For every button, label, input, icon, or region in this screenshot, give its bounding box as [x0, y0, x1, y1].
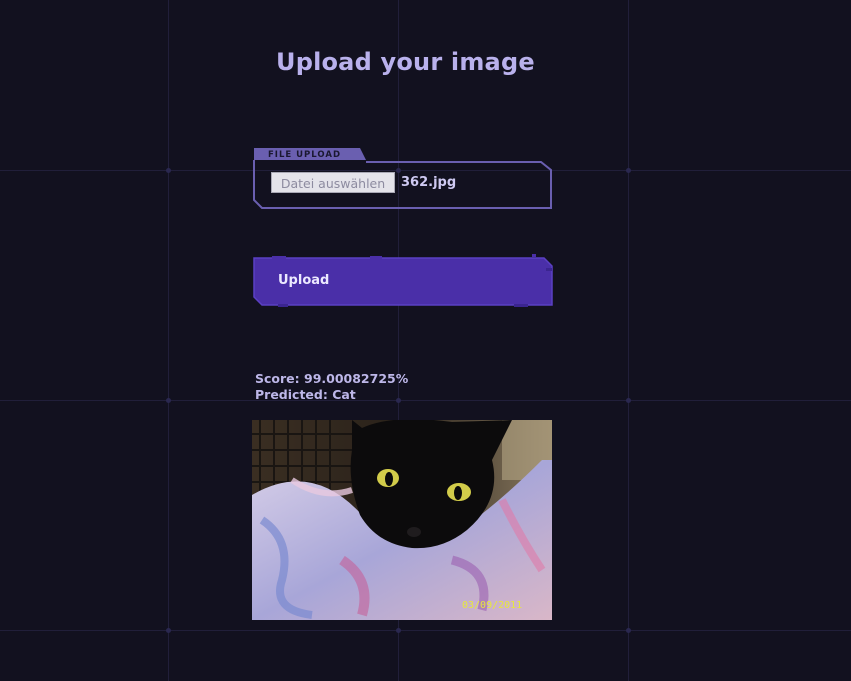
grid-dot [396, 628, 401, 633]
upload-button-label: Upload [278, 273, 330, 288]
choose-file-button[interactable]: Datei auswählen [271, 172, 395, 193]
grid-dot [626, 398, 631, 403]
selected-file-name: 362.jpg [401, 175, 457, 190]
prediction-label: Predicted: Cat [255, 387, 356, 402]
prediction-score: Score: 99.00082725% [255, 371, 409, 386]
page-title: Upload your image [276, 48, 535, 76]
file-upload-box: FILE UPLOAD Datei auswählen 362.jpg [253, 146, 553, 210]
upload-button[interactable]: Upload [252, 254, 554, 308]
grid-dot [626, 628, 631, 633]
file-upload-label: FILE UPLOAD [268, 150, 342, 160]
prediction-result: Score: 99.00082725% Predicted: Cat [255, 371, 408, 403]
grid-dot [166, 628, 171, 633]
svg-text:03/09/2011: 03/09/2011 [462, 600, 522, 611]
uploaded-cat-image: 03/09/2011 [252, 420, 552, 620]
grid-dot [626, 168, 631, 173]
grid-dot [166, 168, 171, 173]
grid-dot [166, 398, 171, 403]
